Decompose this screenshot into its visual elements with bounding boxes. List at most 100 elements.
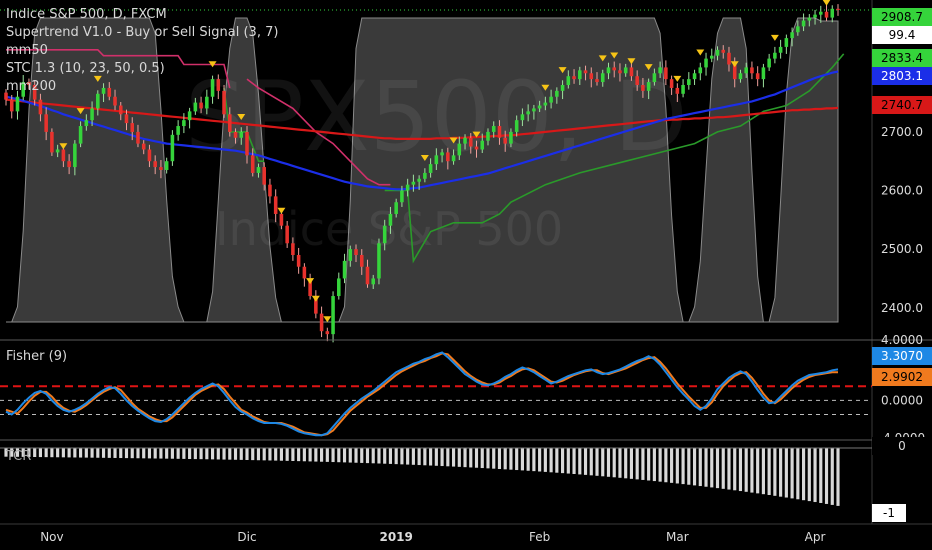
candle-body: [199, 102, 203, 109]
candle-body: [468, 137, 473, 147]
candle-body: [411, 181, 416, 185]
candle-body: [503, 137, 507, 144]
candle-body: [73, 143, 77, 168]
candle-body: [692, 73, 697, 80]
price-tick-label: 2400.0: [881, 301, 923, 315]
candle-body: [457, 143, 462, 156]
candle-body: [141, 143, 146, 150]
candle-body: [606, 67, 611, 74]
fisher-tick-label: 0.0000: [881, 393, 923, 407]
candle-body: [652, 73, 657, 83]
candle-body: [159, 167, 163, 170]
candle-body: [147, 149, 152, 162]
time-tick-label: Dic: [237, 530, 256, 544]
candle-body: [423, 172, 427, 179]
candle-body: [187, 111, 192, 121]
candle-body: [67, 161, 71, 168]
candle-body: [807, 17, 812, 21]
candle-body: [641, 85, 645, 91]
candle-body: [773, 52, 777, 59]
candle-body: [15, 96, 20, 112]
candle-body: [302, 266, 307, 279]
candle-body: [778, 46, 783, 53]
price-tick-label: 2500.0: [881, 242, 923, 256]
candle-body: [623, 67, 628, 74]
candle-body: [84, 120, 89, 127]
candle-body: [790, 32, 794, 39]
candle-body: [830, 8, 835, 18]
fisher-legend: Fisher (9): [6, 348, 67, 366]
candle-body: [354, 249, 358, 255]
candle-body: [44, 114, 48, 132]
fisher-title[interactable]: Fisher (9): [6, 348, 67, 366]
candle-body: [61, 149, 66, 162]
candle-body: [532, 108, 536, 112]
candle-body: [319, 313, 324, 332]
symbol-title[interactable]: Indice S&P 500, D, FXCM: [6, 6, 278, 24]
candle-body: [819, 11, 823, 15]
candle-body: [250, 155, 255, 173]
legend-mm50[interactable]: mm50: [6, 42, 278, 60]
candle-body: [629, 67, 634, 77]
candle-body: [589, 73, 594, 80]
candle-body: [520, 114, 525, 121]
candle-body: [595, 79, 599, 83]
candle-body: [509, 131, 513, 144]
tcr-min-badge: -1: [872, 504, 906, 522]
candle-body: [331, 296, 335, 335]
candle-body: [164, 161, 169, 170]
candle-body: [446, 152, 450, 162]
watermark-name: Indice S&P 500: [215, 202, 563, 256]
candle-body: [675, 87, 680, 94]
candle-body: [78, 126, 83, 144]
fisher-last-badge: 3.3070: [872, 347, 932, 365]
candle-body: [90, 108, 94, 121]
candle-body: [153, 161, 157, 168]
candle-body: [578, 70, 582, 80]
candle-body: [365, 266, 370, 285]
candle-body: [239, 131, 244, 138]
candle-body: [325, 331, 330, 335]
fisher-trigger-last-badge: 2.9902: [872, 368, 932, 386]
candle-body: [560, 85, 565, 91]
main-legend: Indice S&P 500, D, FXCM Supertrend V1.0 …: [6, 6, 278, 96]
candle-body: [497, 126, 502, 138]
mm50-last-badge: 2803.1: [872, 67, 932, 85]
candle-body: [136, 131, 140, 144]
stc-last-badge: 99.4: [872, 26, 932, 44]
price-tick-label: 2600.0: [881, 184, 923, 198]
candle-body: [245, 131, 249, 156]
candle-body: [566, 76, 571, 85]
candle-body: [709, 55, 714, 59]
candle-body: [612, 67, 616, 71]
candle-body: [256, 167, 261, 173]
legend-mm200[interactable]: mm200: [6, 78, 278, 96]
candle-body: [755, 73, 760, 80]
legend-supertrend[interactable]: Supertrend V1.0 - Buy or Sell Signal (3,…: [6, 24, 278, 42]
tcr-title[interactable]: TCR: [6, 448, 31, 466]
time-tick-label: Apr: [805, 530, 826, 544]
candle-body: [836, 8, 840, 10]
candle-body: [193, 102, 198, 112]
candle-body: [514, 120, 519, 132]
candle-body: [113, 96, 117, 106]
legend-stc[interactable]: STC 1.3 (10, 23, 50, 0.5): [6, 60, 278, 78]
candle-body: [400, 190, 404, 203]
candle-body: [646, 82, 651, 91]
candle-body: [170, 134, 175, 162]
candle-body: [704, 58, 708, 68]
price-last-badge: 2908.7: [872, 8, 932, 26]
candle-body: [750, 67, 754, 74]
candle-body: [228, 114, 232, 132]
candle-body: [38, 99, 43, 115]
tcr-zero-label: 0: [872, 437, 932, 455]
candle-body: [262, 167, 266, 185]
candle-body: [664, 67, 668, 80]
candle-body: [285, 225, 289, 244]
time-tick-label: Feb: [529, 530, 550, 544]
candle-body: [394, 202, 398, 214]
candle-body: [801, 20, 806, 27]
candle-body: [658, 67, 662, 74]
candle-body: [583, 70, 588, 74]
time-tick-label: Nov: [40, 530, 63, 544]
